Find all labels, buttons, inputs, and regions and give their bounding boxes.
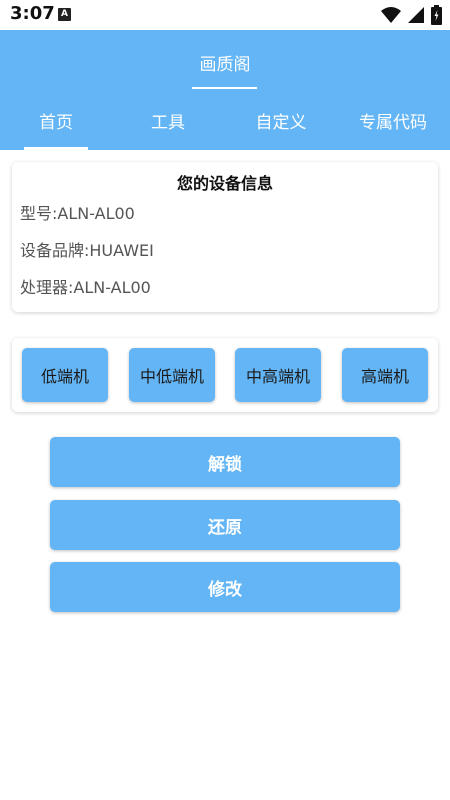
tab-bar: 首页 工具 自定义 专属代码 — [0, 90, 450, 150]
notification-app-icon: A — [58, 8, 71, 21]
device-processor: 处理器:ALN-AL00 — [20, 278, 151, 297]
tab-custom[interactable]: 自定义 — [225, 90, 337, 150]
tab-tools[interactable]: 工具 — [112, 90, 224, 150]
status-icons — [381, 5, 442, 25]
device-brand: 设备品牌:HUAWEI — [20, 241, 154, 260]
low-end-button[interactable]: 低端机 — [22, 348, 108, 402]
status-bar: 3:07 A — [0, 0, 450, 30]
status-time: 3:07 — [10, 3, 55, 24]
battery-icon — [431, 5, 442, 25]
high-end-button[interactable]: 高端机 — [342, 348, 428, 402]
tab-exclusive-code[interactable]: 专属代码 — [337, 90, 449, 150]
app-title: 画质阁 — [199, 55, 251, 75]
tab-home[interactable]: 首页 — [0, 90, 112, 150]
tier-card: 低端机 中低端机 中高端机 高端机 — [12, 338, 438, 412]
unlock-button[interactable]: 解锁 — [50, 437, 400, 487]
modify-button[interactable]: 修改 — [50, 562, 400, 612]
tab-indicator — [24, 147, 88, 150]
signal-icon — [408, 7, 424, 23]
mid-high-end-button[interactable]: 中高端机 — [235, 348, 321, 402]
restore-button[interactable]: 还原 — [50, 500, 400, 550]
wifi-icon — [381, 7, 401, 23]
app-bar: 画质阁 — [0, 30, 450, 90]
title-underline — [192, 87, 257, 89]
mid-low-end-button[interactable]: 中低端机 — [129, 348, 215, 402]
device-model: 型号:ALN-AL00 — [20, 204, 135, 223]
device-info-title: 您的设备信息 — [176, 174, 273, 193]
device-info-card: 您的设备信息 型号:ALN-AL00 设备品牌:HUAWEI 处理器:ALN-A… — [12, 162, 438, 312]
